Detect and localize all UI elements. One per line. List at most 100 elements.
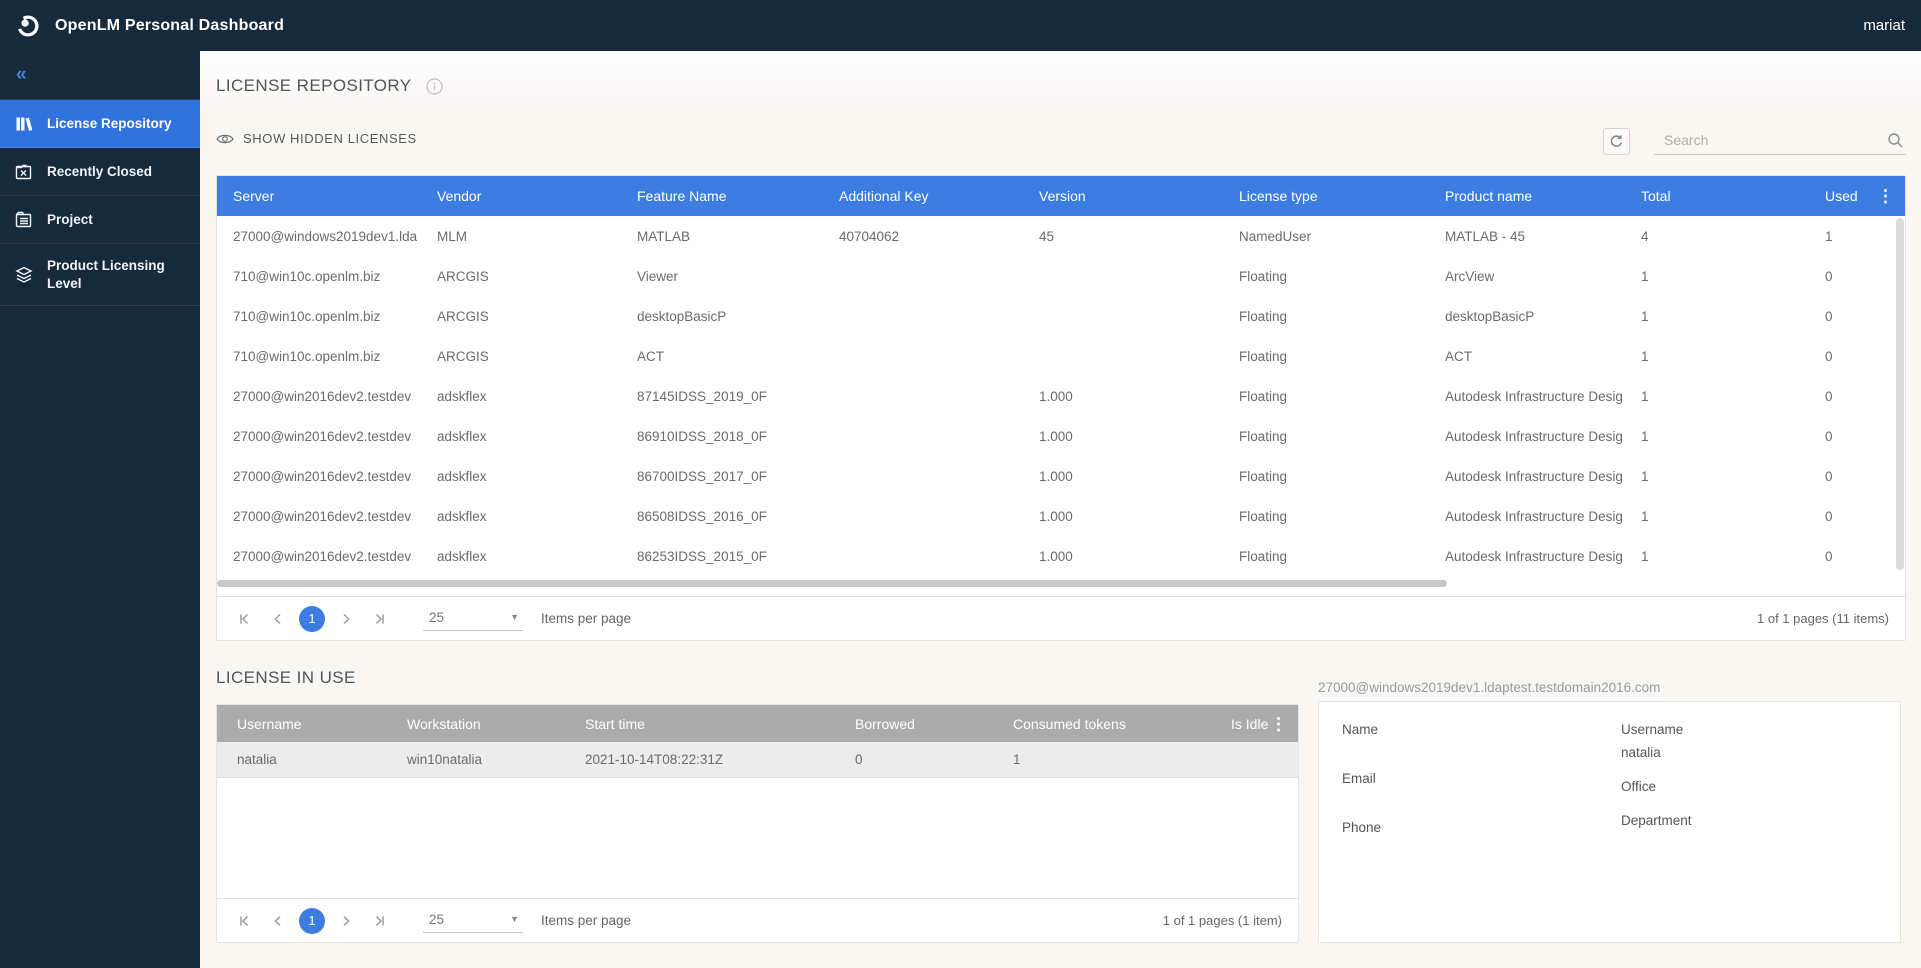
table-cell: 86700IDSS_2017_0F [621, 469, 823, 484]
search-icon[interactable] [1887, 132, 1904, 149]
page-size-select[interactable]: 25 ▼ [423, 909, 523, 933]
column-header-server[interactable]: Server [217, 188, 421, 204]
first-page-button[interactable] [231, 606, 257, 632]
table-cell: ARCGIS [421, 349, 621, 364]
items-per-page-label: Items per page [541, 913, 631, 928]
pagination-bar: 1 25 ▼ Items per page 1 of 1 pages (1 it… [217, 898, 1298, 942]
refresh-button[interactable] [1603, 128, 1630, 155]
top-bar: OpenLM Personal Dashboard mariat [0, 0, 1921, 51]
table-cell: ARCGIS [421, 309, 621, 324]
table-row[interactable]: 27000@win2016dev2.testdevadskflex86910ID… [217, 416, 1905, 456]
table-cell: 86508IDSS_2016_0F [621, 509, 823, 524]
column-header-start-time[interactable]: Start time [577, 716, 847, 732]
table-cell: 1 [1625, 469, 1825, 484]
first-page-button[interactable] [231, 908, 257, 934]
next-page-button[interactable] [333, 606, 359, 632]
table-cell: 4 [1625, 229, 1825, 244]
table-cell: 710@win10c.openlm.biz [217, 349, 421, 364]
app-title: OpenLM Personal Dashboard [55, 17, 284, 35]
user-menu[interactable]: mariat [1863, 17, 1905, 34]
license-in-use-title: LICENSE IN USE [216, 668, 356, 688]
table-cell: MATLAB - 45 [1429, 229, 1625, 244]
license-in-use-table: UsernameWorkstationStart timeBorrowedCon… [216, 704, 1299, 943]
table-cell: 86910IDSS_2018_0F [621, 429, 823, 444]
current-page-button[interactable]: 1 [299, 606, 325, 632]
table-cell: MLM [421, 229, 621, 244]
column-header-borrowed[interactable]: Borrowed [847, 716, 1005, 732]
column-header-username[interactable]: Username [217, 716, 399, 732]
table-cell: 0 [1825, 509, 1881, 524]
page-size-select[interactable]: 25 ▼ [423, 607, 523, 631]
sidebar-item-license-repository[interactable]: License Repository [0, 100, 200, 148]
table-cell: Floating [1223, 469, 1429, 484]
table-cell: Floating [1223, 509, 1429, 524]
column-header-license-type[interactable]: License type [1223, 188, 1429, 204]
table-cell: Floating [1223, 389, 1429, 404]
table-cell: 86253IDSS_2015_0F [621, 549, 823, 564]
license-repository-table: ServerVendorFeature NameAdditional KeyVe… [216, 175, 1906, 641]
table-row[interactable]: 27000@win2016dev2.testdevadskflex86700ID… [217, 456, 1905, 496]
username-label: Username [1621, 722, 1692, 737]
table-cell: 1 [1005, 752, 1231, 767]
column-header-feature-name[interactable]: Feature Name [621, 188, 823, 204]
table-cell: adskflex [421, 429, 621, 444]
table-cell: 710@win10c.openlm.biz [217, 269, 421, 284]
eye-icon [216, 132, 234, 146]
sidebar-collapse-button[interactable]: « [0, 51, 200, 100]
show-hidden-licenses-label: SHOW HIDDEN LICENSES [243, 131, 417, 146]
table-body: nataliawin10natalia2021-10-14T08:22:31Z0… [217, 742, 1298, 778]
table-body: 27000@windows2019dev1.ldaMLMMATLAB407040… [217, 216, 1905, 576]
table-row[interactable]: nataliawin10natalia2021-10-14T08:22:31Z0… [217, 742, 1298, 778]
column-menu-icon[interactable]: ⋮ [1871, 186, 1900, 207]
chevrons-left-icon[interactable]: « [16, 64, 27, 86]
column-menu-icon[interactable]: ⋮ [1264, 713, 1293, 734]
table-cell: 1 [1625, 429, 1825, 444]
table-cell: Autodesk Infrastructure Desig [1429, 389, 1625, 404]
table-cell: 0 [1825, 389, 1881, 404]
horizontal-scrollbar[interactable] [217, 580, 1447, 587]
sidebar-item-project[interactable]: Project [0, 196, 200, 244]
show-hidden-licenses-button[interactable]: SHOW HIDDEN LICENSES [216, 131, 417, 146]
column-header-total[interactable]: Total [1625, 188, 1825, 204]
table-row[interactable]: 27000@win2016dev2.testdevadskflex86253ID… [217, 536, 1905, 576]
vertical-scrollbar[interactable] [1896, 218, 1904, 570]
table-cell: Autodesk Infrastructure Desig [1429, 469, 1625, 484]
table-row[interactable]: 710@win10c.openlm.bizARCGISViewerFloatin… [217, 256, 1905, 296]
table-cell: Floating [1223, 269, 1429, 284]
folder-list-icon [14, 210, 34, 230]
column-header-vendor[interactable]: Vendor [421, 188, 621, 204]
table-row[interactable]: 710@win10c.openlm.bizARCGISACTFloatingAC… [217, 336, 1905, 376]
table-row[interactable]: 710@win10c.openlm.bizARCGISdesktopBasicP… [217, 296, 1905, 336]
search-input[interactable] [1654, 128, 1906, 155]
table-header-row: ServerVendorFeature NameAdditional KeyVe… [217, 176, 1905, 216]
previous-page-button[interactable] [265, 908, 291, 934]
table-row[interactable]: 27000@windows2019dev1.ldaMLMMATLAB407040… [217, 216, 1905, 256]
sidebar-item-product-licensing-level[interactable]: Product Licensing Level [0, 244, 200, 306]
table-cell: ArcView [1429, 269, 1625, 284]
table-cell: win10natalia [399, 752, 577, 767]
caret-down-icon: ▼ [510, 914, 519, 924]
books-icon [14, 114, 34, 134]
openlm-logo-icon [15, 13, 41, 39]
column-header-version[interactable]: Version [1023, 188, 1223, 204]
next-page-button[interactable] [333, 908, 359, 934]
table-cell: ARCGIS [421, 269, 621, 284]
table-row[interactable]: 27000@win2016dev2.testdevadskflex86508ID… [217, 496, 1905, 536]
pagination-bar: 1 25 ▼ Items per page 1 of 1 pages (11 i… [217, 596, 1905, 640]
last-page-button[interactable] [367, 606, 393, 632]
previous-page-button[interactable] [265, 606, 291, 632]
info-icon[interactable] [426, 78, 443, 95]
phone-label: Phone [1342, 820, 1381, 835]
column-header-consumed-tokens[interactable]: Consumed tokens [1005, 716, 1231, 732]
last-page-button[interactable] [367, 908, 393, 934]
column-header-additional-key[interactable]: Additional Key [823, 188, 1023, 204]
column-header-workstation[interactable]: Workstation [399, 716, 577, 732]
table-row[interactable]: 27000@win2016dev2.testdevadskflex87145ID… [217, 376, 1905, 416]
table-cell: NamedUser [1223, 229, 1429, 244]
current-page-button[interactable]: 1 [299, 908, 325, 934]
table-cell: 27000@win2016dev2.testdev [217, 549, 421, 564]
table-cell: Floating [1223, 349, 1429, 364]
sidebar-item-recently-closed[interactable]: Recently Closed [0, 148, 200, 196]
table-cell: Autodesk Infrastructure Desig [1429, 429, 1625, 444]
column-header-product-name[interactable]: Product name [1429, 188, 1625, 204]
